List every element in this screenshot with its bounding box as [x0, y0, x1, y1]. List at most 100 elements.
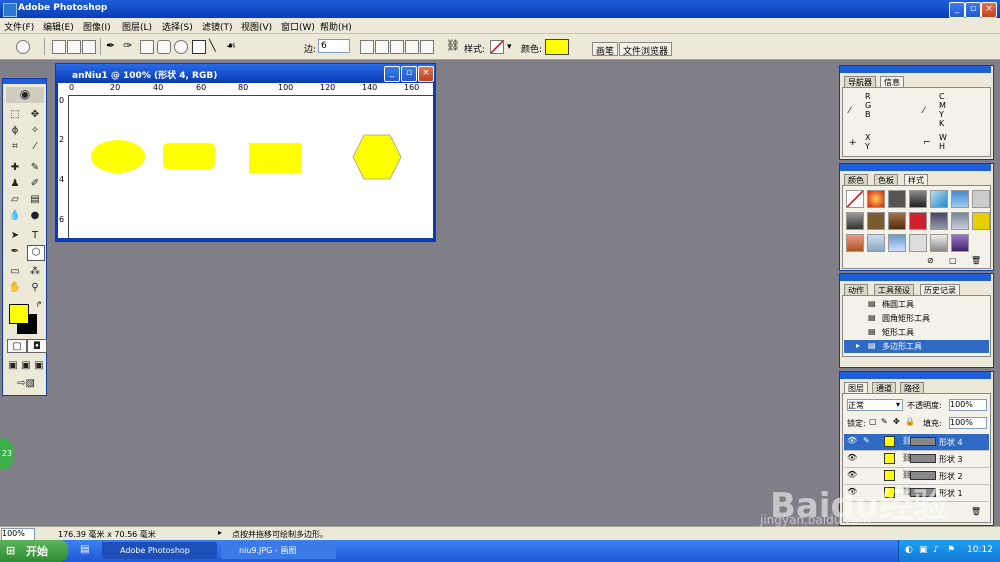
freeform-pen-icon[interactable]: ✑: [123, 40, 135, 52]
lock-all-icon[interactable]: 🔒: [905, 417, 915, 426]
zoom-icon[interactable]: ⚲: [27, 281, 43, 295]
volume-icon[interactable]: ♪: [933, 545, 939, 555]
style-swatch[interactable]: [846, 234, 864, 252]
hexagon-shape[interactable]: [352, 134, 402, 180]
delete-style-icon[interactable]: ⊘: [927, 256, 934, 265]
style-none-swatch[interactable]: [846, 190, 864, 208]
style-swatch[interactable]: [867, 234, 885, 252]
security-icon[interactable]: ⚑: [947, 545, 955, 555]
start-button[interactable]: ⊞ 开始: [0, 540, 68, 562]
blend-mode-select[interactable]: 正常 ▾: [847, 399, 903, 411]
swap-colors-icon[interactable]: ↱: [31, 298, 47, 312]
trash-icon[interactable]: 🗑: [971, 256, 981, 265]
dodge-icon[interactable]: ●: [27, 209, 43, 223]
show-desktop-icon[interactable]: ▤: [80, 544, 89, 555]
lock-position-icon[interactable]: ✥: [893, 417, 900, 426]
screen-mode-full-menu-icon[interactable]: ▣: [20, 359, 32, 373]
eye-icon[interactable]: 👁: [847, 453, 857, 462]
style-picker-icon[interactable]: [490, 40, 504, 54]
link-icon[interactable]: ⛓: [446, 40, 460, 52]
doc-minimize-button[interactable]: _: [384, 66, 400, 82]
gradient-icon[interactable]: ▤: [27, 193, 43, 207]
minimize-button[interactable]: _: [949, 2, 965, 18]
maximize-button[interactable]: ▫: [965, 2, 981, 18]
clone-stamp-icon[interactable]: ♟: [7, 177, 23, 191]
healing-brush-icon[interactable]: ✚: [7, 161, 23, 175]
pen-icon[interactable]: ✒: [106, 40, 118, 52]
menu-help[interactable]: 帮助(H): [320, 20, 352, 33]
rectangle-icon[interactable]: [140, 40, 154, 54]
notes-icon[interactable]: ▭: [7, 265, 23, 279]
floating-badge[interactable]: 23: [0, 438, 14, 470]
pen-tool-icon[interactable]: ✒: [7, 245, 23, 259]
status-arrow-icon[interactable]: ▸: [218, 528, 222, 537]
adobe-online-icon[interactable]: ◉: [6, 87, 44, 103]
layer-mask-thumbnail[interactable]: [910, 437, 936, 446]
type-icon[interactable]: T: [27, 229, 43, 243]
color-swatch[interactable]: [545, 39, 569, 55]
style-swatch[interactable]: [867, 212, 885, 230]
trash-icon[interactable]: 🗑: [971, 507, 981, 516]
tool-preset-icon[interactable]: [16, 40, 30, 54]
style-swatch[interactable]: [846, 212, 864, 230]
ellipse-icon[interactable]: [174, 40, 188, 54]
list-item[interactable]: ▸ ▤ 多边形工具: [844, 340, 989, 353]
intersect-shape-icon[interactable]: [405, 40, 419, 54]
eyedropper-icon[interactable]: ⁂: [27, 265, 43, 279]
paths-icon[interactable]: [67, 40, 81, 54]
quick-mask-icon[interactable]: ◘: [27, 339, 47, 353]
style-swatch[interactable]: [909, 234, 927, 252]
style-swatch[interactable]: [888, 190, 906, 208]
path-selection-icon[interactable]: ➤: [7, 229, 23, 243]
slice-icon[interactable]: ⁄: [27, 140, 43, 154]
style-swatch[interactable]: [972, 190, 990, 208]
ellipse-shape[interactable]: [91, 140, 145, 173]
taskbar-item-photoshop[interactable]: Adobe Photoshop: [102, 542, 217, 559]
language-icon[interactable]: ◐: [905, 545, 913, 555]
menu-file[interactable]: 文件(F): [4, 20, 34, 33]
document-canvas[interactable]: [69, 96, 433, 238]
shape-layers-icon[interactable]: [52, 40, 66, 54]
menu-select[interactable]: 选择(S): [162, 20, 193, 33]
jump-to-imageready-icon[interactable]: ⇨▧: [7, 377, 45, 391]
doc-maximize-button[interactable]: ▫: [401, 66, 417, 82]
magic-wand-icon[interactable]: ✧: [27, 124, 43, 138]
rounded-rectangle-icon[interactable]: [157, 40, 171, 54]
layer-row[interactable]: 👁 ✎ ⛓ 形状 4: [844, 434, 989, 451]
menu-layer[interactable]: 图层(L): [122, 20, 152, 33]
close-button[interactable]: ×: [981, 2, 997, 18]
tab-brushes[interactable]: 画笔: [592, 42, 619, 57]
chevron-down-icon[interactable]: ▾: [507, 42, 512, 52]
menu-view[interactable]: 视图(V): [241, 20, 272, 33]
list-item[interactable]: ▤ 圆角矩形工具: [844, 312, 989, 325]
style-swatch[interactable]: [888, 212, 906, 230]
history-brush-icon[interactable]: ✐: [27, 177, 43, 191]
new-style-icon[interactable]: ▢: [949, 256, 957, 265]
style-swatch[interactable]: [909, 190, 927, 208]
rounded-rectangle-shape[interactable]: [163, 143, 215, 169]
blur-icon[interactable]: 💧: [7, 209, 23, 223]
style-swatch[interactable]: [972, 212, 990, 230]
style-swatch[interactable]: [930, 212, 948, 230]
doc-close-button[interactable]: ×: [418, 66, 434, 82]
network-icon[interactable]: ▣: [919, 545, 928, 555]
brush-icon[interactable]: ✎: [27, 161, 43, 175]
lock-pixels-icon[interactable]: ✎: [881, 417, 888, 426]
crop-icon[interactable]: ⌗: [7, 140, 23, 154]
taskbar-item-paint[interactable]: niu9.JPG - 画图: [221, 542, 336, 559]
style-swatch[interactable]: [867, 190, 885, 208]
menu-image[interactable]: 图像(I): [83, 20, 111, 33]
list-item[interactable]: ▤ 矩形工具: [844, 326, 989, 339]
add-shape-icon[interactable]: [375, 40, 389, 54]
polygon-icon[interactable]: [192, 40, 206, 54]
style-swatch[interactable]: [930, 234, 948, 252]
menu-filter[interactable]: 滤镜(T): [202, 20, 233, 33]
list-item[interactable]: ▤ 椭圆工具: [844, 298, 989, 311]
menu-edit[interactable]: 编辑(E): [43, 20, 74, 33]
style-swatch[interactable]: [951, 212, 969, 230]
foreground-color-swatch[interactable]: [9, 304, 29, 324]
standard-mode-icon[interactable]: ▢: [7, 339, 27, 353]
hand-icon[interactable]: ✋: [7, 281, 23, 295]
eraser-icon[interactable]: ▱: [7, 193, 23, 207]
eye-icon[interactable]: 👁: [847, 436, 857, 445]
